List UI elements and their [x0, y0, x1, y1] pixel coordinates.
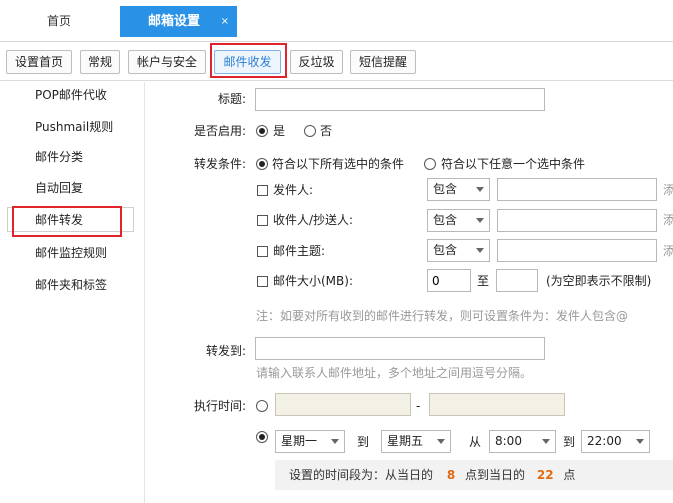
tab-home[interactable]: 首页: [22, 0, 96, 42]
subject-add-link[interactable]: 添: [663, 241, 673, 261]
summary-suffix: 点: [563, 468, 576, 482]
summary-end-hour: 22: [536, 468, 554, 482]
recipient-operator-select[interactable]: 包含: [427, 209, 490, 232]
chevron-down-icon: [476, 248, 484, 253]
time-from-value: 8:00: [495, 434, 522, 448]
subject-label: 邮件主题:: [273, 244, 326, 258]
day-from-value: 星期一: [281, 434, 318, 448]
exec-weekly-radio[interactable]: [256, 431, 268, 443]
exec-date-to-input[interactable]: [429, 393, 565, 416]
anti-spam-button[interactable]: 反垃圾: [290, 50, 343, 74]
time-to-value: 22:00: [587, 434, 622, 448]
recipient-operator-value: 包含: [433, 213, 458, 227]
size-checkbox[interactable]: [257, 276, 268, 287]
sender-label: 发件人:: [273, 183, 314, 197]
day-to-value: 星期五: [387, 434, 424, 448]
chevron-down-icon: [542, 439, 550, 444]
sender-add-link[interactable]: 添: [663, 180, 673, 200]
sms-alert-button[interactable]: 短信提醒: [350, 50, 416, 74]
recipient-checkbox[interactable]: [257, 215, 268, 226]
settings-toolbar: 设置首页 常规 帐户与安全 邮件收发 反垃圾 短信提醒: [0, 43, 673, 81]
condition-any-radio[interactable]: [424, 158, 436, 170]
recipient-label: 收件人/抄送人:: [273, 213, 354, 227]
title-label: 标题:: [217, 92, 246, 106]
sidebar-item-mail-classify[interactable]: 邮件分类: [35, 147, 83, 167]
sender-value-input[interactable]: [497, 178, 657, 201]
time-to-select[interactable]: 22:00: [581, 430, 650, 453]
sender-operator-value: 包含: [433, 182, 458, 196]
chevron-down-icon: [476, 218, 484, 223]
enable-no-label: 否: [320, 124, 333, 138]
mail-send-receive-button[interactable]: 邮件收发: [214, 50, 281, 74]
day-to-select[interactable]: 星期五: [381, 430, 451, 453]
forward-to-hint: 请输入联系人邮件地址，多个地址之间用逗号分隔。: [256, 366, 533, 380]
enable-no-radio[interactable]: [304, 125, 316, 137]
enable-yes-label: 是: [273, 124, 286, 138]
top-tab-bar: 首页 邮箱设置 ×: [0, 0, 673, 42]
exec-range-radio[interactable]: [256, 400, 268, 412]
summary-prefix: 设置的时间段为：从当日的: [289, 468, 434, 482]
settings-home-button[interactable]: 设置首页: [6, 50, 72, 74]
time-summary-bar: 设置的时间段为：从当日的 8 点到当日的 22 点: [275, 460, 673, 490]
exec-dash: -: [416, 399, 421, 413]
tab-mail-settings-label: 邮箱设置: [148, 14, 201, 29]
size-from-input[interactable]: [427, 269, 471, 292]
recipient-add-link[interactable]: 添: [663, 210, 673, 230]
summary-start-hour: 8: [446, 468, 456, 482]
size-to-input[interactable]: [496, 269, 538, 292]
day-to-word: 到: [357, 435, 370, 449]
sender-operator-select[interactable]: 包含: [427, 178, 490, 201]
size-to-word: 至: [477, 274, 490, 288]
condition-all-radio[interactable]: [256, 158, 268, 170]
chevron-down-icon: [437, 439, 445, 444]
tab-mail-settings[interactable]: 邮箱设置 ×: [120, 6, 237, 37]
condition-label: 转发条件:: [193, 157, 246, 171]
subject-value-input[interactable]: [497, 239, 657, 262]
enable-label: 是否启用:: [193, 124, 246, 138]
exec-time-label: 执行时间:: [193, 399, 246, 413]
condition-any-label: 符合以下任意一个选中条件: [441, 157, 586, 171]
sidebar-item-mail-monitor[interactable]: 邮件监控规则: [35, 243, 107, 263]
sender-checkbox[interactable]: [257, 185, 268, 196]
sidebar-item-mail-forward-active[interactable]: 邮件转发: [35, 210, 83, 230]
exec-date-from-input[interactable]: [275, 393, 411, 416]
size-label: 邮件大小(MB):: [273, 274, 353, 288]
sidebar-item-folders-tags[interactable]: 邮件夹和标签: [35, 275, 107, 295]
time-from-select[interactable]: 8:00: [489, 430, 556, 453]
sidebar-item-pushmail-rules[interactable]: Pushmail规则: [35, 117, 113, 137]
settings-sidebar: POP邮件代收 Pushmail规则 邮件分类 自动回复 邮件转发 邮件监控规则…: [0, 82, 145, 503]
chevron-down-icon: [636, 439, 644, 444]
general-button[interactable]: 常规: [80, 50, 120, 74]
forward-to-label: 转发到:: [205, 344, 246, 358]
subject-checkbox[interactable]: [257, 246, 268, 257]
close-icon[interactable]: ×: [221, 6, 229, 37]
account-security-button[interactable]: 帐户与安全: [128, 50, 206, 74]
title-input[interactable]: [255, 88, 545, 111]
sidebar-item-auto-reply[interactable]: 自动回复: [35, 178, 83, 198]
sidebar-item-pop-fetch[interactable]: POP邮件代收: [35, 85, 107, 105]
subject-operator-select[interactable]: 包含: [427, 239, 490, 262]
day-from-select[interactable]: 星期一: [275, 430, 345, 453]
summary-mid: 点到当日的: [465, 468, 526, 482]
subject-operator-value: 包含: [433, 243, 458, 257]
time-from-word: 从: [469, 435, 482, 449]
size-hint: (为空即表示不限制): [546, 274, 652, 288]
recipient-value-input[interactable]: [497, 209, 657, 232]
chevron-down-icon: [476, 187, 484, 192]
condition-all-label: 符合以下所有选中的条件: [272, 157, 405, 171]
enable-yes-radio[interactable]: [256, 125, 268, 137]
chevron-down-icon: [331, 439, 339, 444]
time-to-word: 到: [563, 435, 576, 449]
condition-note: 注：如要对所有收到的邮件进行转发，则可设置条件为：发件人包含@: [256, 309, 629, 323]
forward-to-input[interactable]: [255, 337, 545, 360]
